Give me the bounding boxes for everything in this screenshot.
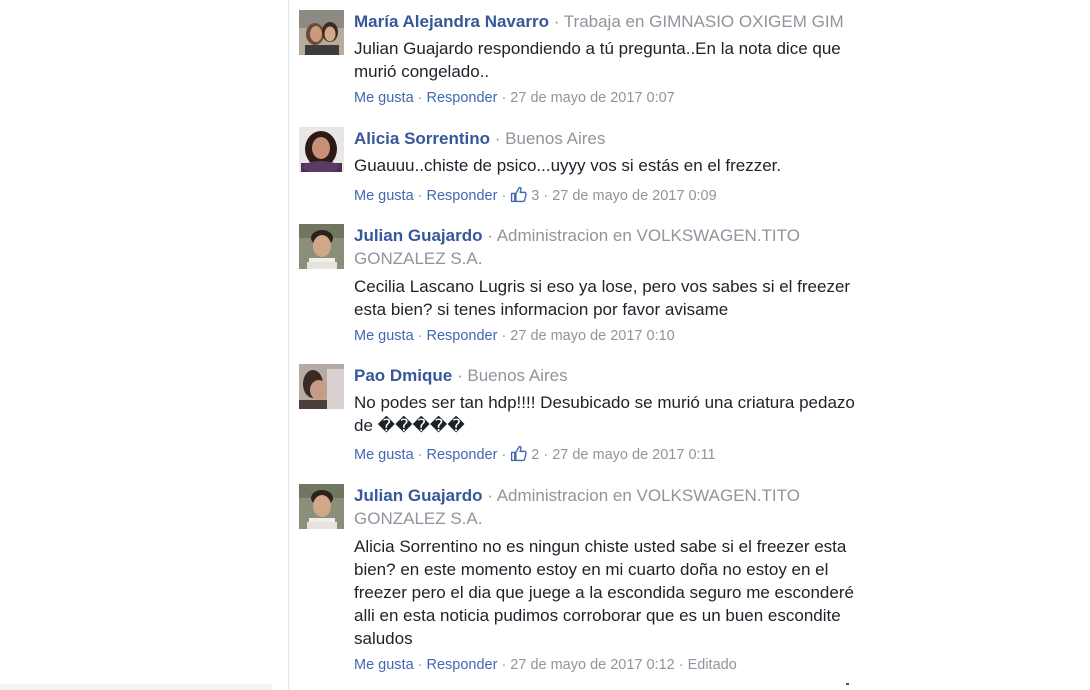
comment-body: Alicia Sorrentino · Buenos Aires Guauuu.… (354, 127, 874, 206)
comment-text-line: No podes ser tan hdp!!!! Desubicado se m… (354, 393, 855, 412)
separator: · (417, 328, 423, 344)
separator: · (417, 447, 423, 463)
comment-text-line: freezer pero el dia que juege a la escon… (354, 583, 854, 602)
separator: · (494, 129, 501, 148)
like-button[interactable]: Me gusta (354, 188, 414, 204)
comment-body: Pao Dmique · Buenos Aires No podes ser t… (354, 364, 874, 465)
separator: · (487, 486, 493, 505)
comment-text-line: murió congelado.. (354, 62, 490, 81)
comment-text-line: Alicia Sorrentino no es ningun chiste us… (354, 537, 847, 556)
comment-text: No podes ser tan hdp!!!! Desubicado se m… (354, 391, 874, 437)
thumbs-up-icon[interactable] (510, 186, 528, 203)
reply-button[interactable]: Responder (427, 188, 498, 204)
comment-text: Guauuu..chiste de psico...uyyy vos si es… (354, 154, 874, 177)
divider (846, 683, 849, 685)
author-meta: GONZALEZ S.A. (354, 249, 483, 268)
comment-text-line: Cecilia Lascano Lugris si eso ya lose, p… (354, 277, 851, 296)
avatar[interactable] (299, 127, 344, 172)
avatar[interactable] (299, 10, 344, 55)
separator: · (501, 328, 507, 344)
avatar[interactable] (299, 364, 344, 409)
comment-text-line: de ����� (354, 416, 465, 435)
like-button[interactable]: Me gusta (354, 447, 414, 463)
comment-timestamp[interactable]: 27 de mayo de 2017 0:12 (510, 657, 674, 673)
comment-timestamp[interactable]: 27 de mayo de 2017 0:10 (510, 328, 674, 344)
comment-body: María Alejandra Navarro · Trabaja en GIM… (354, 10, 874, 108)
reply-button[interactable]: Responder (427, 328, 498, 344)
separator: · (501, 657, 507, 673)
author-name[interactable]: Julian Guajardo (354, 226, 482, 245)
reply-button[interactable]: Responder (427, 657, 498, 673)
separator: · (501, 447, 507, 463)
author-meta: Buenos Aires (505, 129, 606, 148)
comment-text-line: Guauuu..chiste de psico...uyyy vos si es… (354, 156, 782, 175)
author-name[interactable]: Julian Guajardo (354, 486, 482, 505)
reply-button[interactable]: Responder (427, 90, 498, 106)
like-button[interactable]: Me gusta (354, 90, 414, 106)
separator: · (501, 90, 507, 106)
separator: · (417, 188, 423, 204)
comment-timestamp[interactable]: 27 de mayo de 2017 0:07 (510, 90, 674, 106)
separator: · (501, 188, 507, 204)
comment-body: Julian Guajardo · Administracion en VOLK… (354, 484, 874, 675)
like-button[interactable]: Me gusta (354, 657, 414, 673)
separator: · (487, 226, 493, 245)
separator: · (543, 188, 549, 204)
author-meta: Trabaja en GIMNASIO OXIGEM GIM (563, 12, 844, 31)
thumbs-up-icon[interactable] (510, 445, 528, 462)
separator: · (678, 657, 684, 673)
comment-text: Alicia Sorrentino no es ningun chiste us… (354, 535, 874, 650)
separator: · (417, 657, 423, 673)
comments-page: María Alejandra Navarro · Trabaja en GIM… (0, 0, 1090, 690)
comment-text: Cecilia Lascano Lugris si eso ya lose, p… (354, 275, 874, 321)
separator: · (456, 366, 463, 385)
separator: · (543, 447, 549, 463)
comment-body: Julian Guajardo · Administracion en VOLK… (354, 224, 874, 346)
separator: · (417, 90, 423, 106)
edited-label[interactable]: Editado (688, 657, 737, 673)
comment-text-line: alli en esta noticia pudimos corroborar … (354, 606, 841, 625)
author-name[interactable]: Pao Dmique (354, 366, 452, 385)
avatar[interactable] (299, 224, 344, 269)
comment-actions: Me gusta · Responder · 27 de mayo de 2017 0:… (354, 88, 874, 108)
comment-text-line: bien? en este momento estoy en mi cuarto… (354, 560, 829, 579)
separator: · (553, 12, 560, 31)
comment-actions: Me gusta · Responder · 27 de mayo de 2017 0:… (354, 655, 874, 675)
comment-actions: Me gusta · Responder · 3 · 27 de mayo de 2017 … (354, 186, 874, 206)
comment-timestamp[interactable]: 27 de mayo de 2017 0:11 (552, 447, 715, 463)
comment-text: Julian Guajardo respondiendo a tú pregun… (354, 37, 874, 83)
author-meta: GONZALEZ S.A. (354, 509, 483, 528)
comment-text-line: esta bien? si tenes informacion por favo… (354, 300, 729, 319)
author-name[interactable]: María Alejandra Navarro (354, 12, 549, 31)
comment-actions: Me gusta · Responder · 2 · 27 de mayo de 2017 … (354, 445, 874, 465)
author-meta: Buenos Aires (467, 366, 568, 385)
author-meta: Administracion en VOLKSWAGEN.TITO (496, 226, 800, 245)
reply-button[interactable]: Responder (427, 447, 498, 463)
avatar[interactable] (299, 484, 344, 529)
comment-actions: Me gusta · Responder · 27 de mayo de 2017 0:… (354, 326, 874, 346)
bottom-shade (0, 684, 272, 690)
author-meta: Administracion en VOLKSWAGEN.TITO (496, 486, 800, 505)
comment-timestamp[interactable]: 27 de mayo de 2017 0:09 (552, 188, 716, 204)
author-name[interactable]: Alicia Sorrentino (354, 129, 490, 148)
column-divider (288, 0, 289, 690)
like-button[interactable]: Me gusta (354, 328, 414, 344)
comment-text-line: Julian Guajardo respondiendo a tú pregun… (354, 39, 841, 58)
comment-text-line: saludos (354, 629, 413, 648)
